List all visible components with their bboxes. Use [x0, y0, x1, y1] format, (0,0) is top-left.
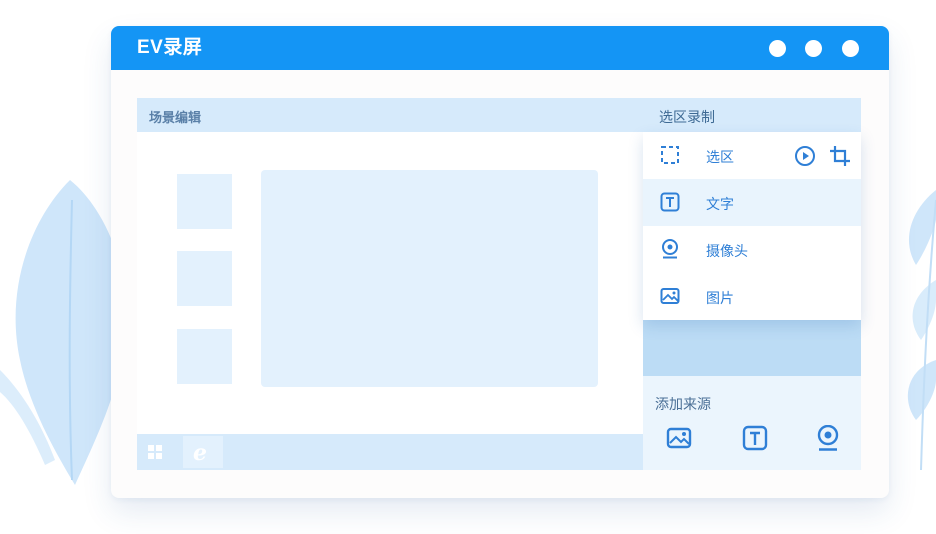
image-icon	[660, 288, 680, 304]
scene-panel: 场景编辑 e	[137, 98, 645, 470]
scene-preview-canvas[interactable]	[261, 170, 598, 387]
title-bar: EV录屏	[111, 26, 889, 70]
menu-item-label: 文字	[706, 196, 734, 212]
camera-icon	[662, 239, 678, 259]
menu-item-camera[interactable]: 摄像头	[643, 226, 861, 273]
scene-panel-title: 场景编辑	[149, 110, 202, 125]
scene-thumbnail[interactable]	[177, 174, 232, 229]
selection-icon	[661, 146, 679, 164]
menu-item-label: 图片	[706, 290, 734, 306]
close-dot[interactable]	[842, 40, 859, 57]
add-text-source-button[interactable]	[742, 425, 768, 451]
scene-thumbnail[interactable]	[177, 251, 232, 306]
scene-panel-header: 场景编辑	[137, 98, 645, 132]
menu-item-label: 选区	[706, 149, 734, 165]
add-camera-source-button[interactable]	[815, 425, 841, 451]
minimize-dot[interactable]	[769, 40, 786, 57]
add-source-section: 添加来源	[643, 376, 861, 470]
source-type-menu: 选区 文字 摄像头 图片	[643, 132, 861, 320]
play-icon[interactable]	[794, 145, 816, 167]
text-icon	[660, 192, 680, 212]
add-image-source-button[interactable]	[666, 425, 692, 451]
scene-thumbnail[interactable]	[177, 329, 232, 384]
taskbar: e	[137, 434, 645, 470]
internet-explorer-button[interactable]: e	[183, 436, 223, 468]
app-title: EV录屏	[137, 37, 203, 58]
menu-item-label: 摄像头	[706, 243, 748, 259]
windows-start-icon[interactable]	[148, 445, 162, 459]
region-record-header: 选区录制	[643, 98, 861, 132]
app-window: EV录屏 场景编辑 e 选区录制 选区 文字 摄像头 图片 添加来源	[111, 26, 889, 498]
menu-item-image[interactable]: 图片	[643, 273, 861, 320]
region-record-title: 选区录制	[659, 109, 715, 125]
region-record-panel: 选区录制 选区 文字 摄像头 图片 添加来源	[643, 98, 861, 470]
crop-icon[interactable]	[829, 145, 851, 167]
menu-item-selection[interactable]: 选区	[643, 132, 861, 179]
menu-item-text[interactable]: 文字	[643, 179, 861, 226]
internet-explorer-icon: e	[193, 440, 207, 466]
add-source-title: 添加来源	[655, 396, 711, 412]
maximize-dot[interactable]	[805, 40, 822, 57]
